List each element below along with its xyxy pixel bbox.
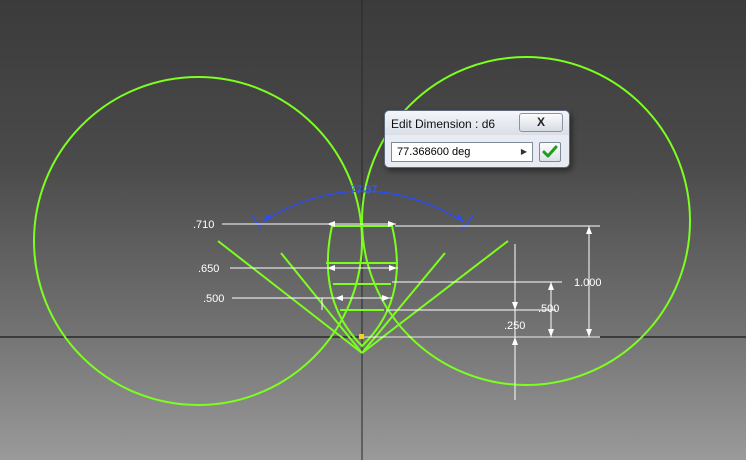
right-circle[interactable] [361, 56, 691, 386]
angle-ext-left [251, 215, 263, 231]
close-icon: X [536, 115, 545, 129]
dim-arrow-500-left [335, 295, 343, 301]
dim-label-710[interactable]: .710 [193, 219, 214, 231]
dim-label-500[interactable]: .500 [203, 293, 224, 305]
dim-label-650[interactable]: .650 [198, 263, 219, 275]
dialog-titlebar[interactable]: Edit Dimension : d6 X [385, 111, 569, 135]
angle-dimension-label[interactable]: 77.37 [350, 184, 378, 196]
dim-label-1000[interactable]: 1.000 [574, 277, 602, 289]
sketch-geometry[interactable]: 77.37 .710 .650 .500 1.000 .500 .250 [0, 0, 746, 460]
dim-arrow-500r-top [548, 282, 554, 290]
dim-label-250[interactable]: .250 [504, 320, 525, 332]
left-circle[interactable] [33, 76, 363, 406]
dim-arrow-1000-top [586, 226, 592, 234]
close-button[interactable]: X [519, 113, 563, 132]
dropdown-arrow-icon[interactable]: ▶ [517, 143, 531, 161]
origin-point[interactable] [359, 334, 364, 339]
dim-arrow-250-bottom [512, 337, 518, 345]
checkmark-icon [542, 145, 558, 158]
dim-arrow-500r-bottom [548, 329, 554, 337]
edit-dimension-dialog: Edit Dimension : d6 X 77.368600 deg ▶ [384, 110, 570, 168]
dim-arrow-500-right [382, 295, 390, 301]
angle-arrow-left [262, 214, 271, 222]
dim-arrow-1000-bottom [586, 329, 592, 337]
dimension-value-input[interactable]: 77.368600 deg [391, 142, 533, 162]
sketch-canvas[interactable]: 77.37 .710 .650 .500 1.000 .500 .250 [0, 0, 746, 460]
angle-arrow-right [456, 214, 464, 222]
dialog-title: Edit Dimension : d6 [391, 117, 496, 131]
dim-label-500-right[interactable]: .500 [538, 303, 559, 315]
accept-button[interactable] [539, 142, 561, 162]
angle-ext-right [461, 215, 474, 231]
dim-arrow-250-top [512, 302, 518, 310]
